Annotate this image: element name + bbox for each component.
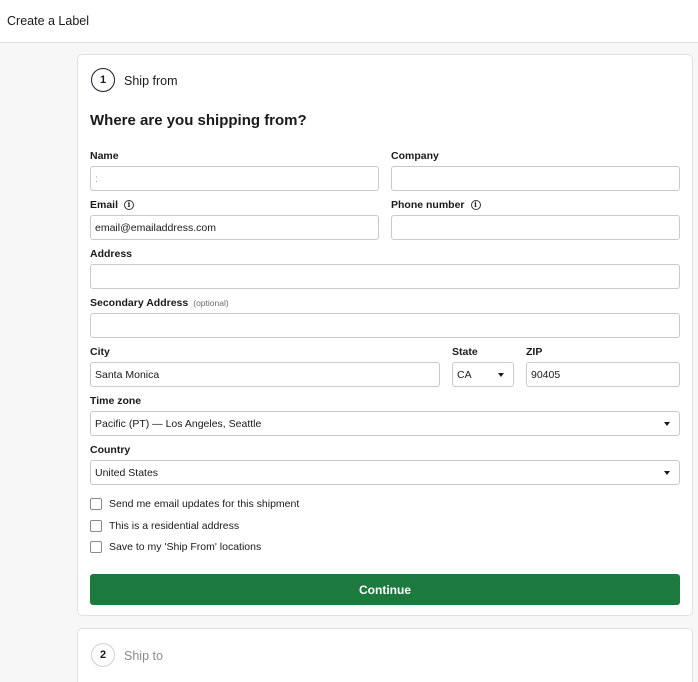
residential-checkbox[interactable] — [90, 520, 102, 532]
residential-checkbox-row[interactable]: This is a residential address — [90, 520, 239, 532]
name-input[interactable] — [90, 166, 379, 191]
ship-from-card: 1 Ship from Where are you shipping from?… — [77, 54, 693, 616]
email-updates-checkbox[interactable] — [90, 498, 102, 510]
city-input[interactable] — [90, 362, 440, 387]
company-input[interactable] — [391, 166, 680, 191]
email-input[interactable] — [90, 215, 379, 240]
address-input[interactable] — [90, 264, 680, 289]
ship-to-card[interactable]: 2 Ship to — [77, 628, 693, 682]
save-location-checkbox-row[interactable]: Save to my 'Ship From' locations — [90, 541, 261, 553]
country-label: Country — [90, 444, 131, 456]
secondary-address-input[interactable] — [90, 313, 680, 338]
state-label: State — [452, 346, 478, 358]
city-label: City — [90, 346, 110, 358]
state-select[interactable]: CA — [452, 362, 514, 387]
step-title: Ship to — [124, 649, 163, 663]
zip-input[interactable] — [526, 362, 680, 387]
top-bar: Create a Label — [0, 0, 698, 43]
chevron-down-icon — [664, 422, 670, 426]
email-label: Email i — [90, 199, 135, 211]
phone-input[interactable] — [391, 215, 680, 240]
secondary-address-label: Secondary Address (optional) — [90, 297, 229, 309]
address-label: Address — [90, 248, 133, 260]
timezone-label: Time zone — [90, 395, 142, 407]
page-title: Create a Label — [7, 14, 90, 28]
name-label: Name — [90, 150, 119, 162]
step-title: Ship from — [124, 74, 178, 88]
phone-label: Phone number i — [391, 199, 481, 211]
info-icon[interactable]: i — [124, 200, 135, 210]
form-heading: Where are you shipping from? — [90, 112, 307, 129]
optional-hint: (optional) — [193, 298, 229, 308]
continue-button[interactable]: Continue — [90, 574, 680, 605]
chevron-down-icon — [498, 373, 504, 377]
timezone-select[interactable]: Pacific (PT) — Los Angeles, Seattle — [90, 411, 680, 436]
company-label: Company — [391, 150, 439, 162]
chevron-down-icon — [664, 471, 670, 475]
info-icon[interactable]: i — [470, 200, 481, 210]
step-number-badge: 1 — [91, 68, 115, 92]
email-updates-checkbox-row[interactable]: Send me email updates for this shipment — [90, 498, 299, 510]
step-number-badge: 2 — [91, 643, 115, 667]
country-select[interactable]: United States — [90, 460, 680, 485]
save-location-checkbox[interactable] — [90, 541, 102, 553]
zip-label: ZIP — [526, 346, 543, 358]
